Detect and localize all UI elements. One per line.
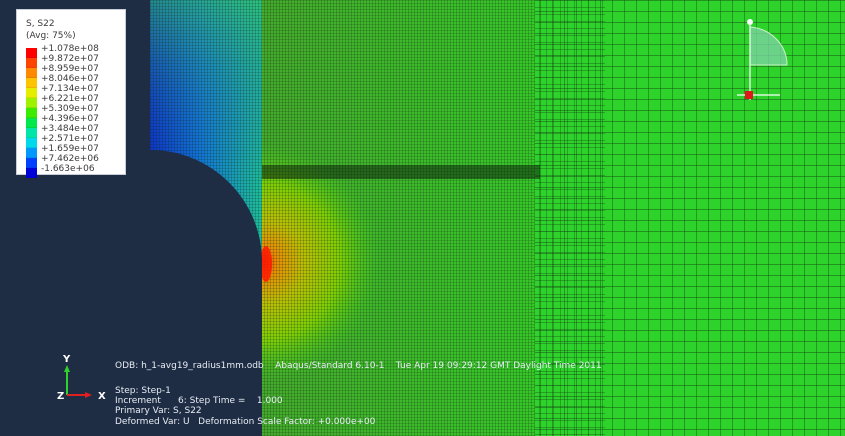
legend-swatch (26, 158, 37, 168)
legend-value-label: +2.571e+07 (41, 134, 99, 144)
view-top-knob-icon (747, 19, 753, 25)
legend-subtitle: (Avg: 75%) (26, 31, 76, 41)
increment-line: Increment 6: Step Time = 1.000 (115, 396, 283, 406)
quarter-sphere-icon (749, 26, 788, 66)
legend-swatch (26, 108, 37, 118)
z-axis-label: Z (57, 391, 64, 402)
legend-value-label: +8.959e+07 (41, 64, 99, 74)
y-arrow-icon (64, 365, 70, 372)
legend-value-label: -1.663e+06 (41, 164, 95, 174)
y-axis-label: Y (62, 354, 71, 365)
view-origin-marker (745, 91, 753, 99)
step-line: Step: Step-1 (115, 386, 171, 396)
legend-swatch (26, 128, 37, 138)
deformed-var-line: Deformed Var: U Deformation Scale Factor… (115, 417, 376, 427)
legend-value-label: +8.046e+07 (41, 74, 99, 84)
legend-value-label: +7.462e+06 (41, 154, 99, 164)
legend-value-label: +3.484e+07 (41, 124, 99, 134)
legend-value-label: +1.659e+07 (41, 144, 99, 154)
legend-value-label: +5.309e+07 (41, 104, 99, 114)
x-arrow-icon (85, 392, 92, 398)
legend-title: S, S22 (26, 19, 55, 29)
legend-swatch (26, 58, 37, 68)
legend-swatch (26, 118, 37, 128)
legend-swatch (26, 68, 37, 78)
legend-value-label: +1.078e+08 (41, 44, 99, 54)
legend-swatch (26, 168, 37, 178)
legend-value-label: +9.872e+07 (41, 54, 99, 64)
contour-legend[interactable]: S, S22 (Avg: 75%) +1.078e+08 +9.872e+07 +8… (16, 9, 126, 178)
legend-swatch (26, 48, 37, 58)
legend-swatch (26, 98, 37, 108)
legend-value-label: +6.221e+07 (41, 94, 99, 104)
x-axis-label: X (98, 391, 106, 402)
legend-swatch (26, 78, 37, 88)
legend-swatch (26, 148, 37, 158)
view-orientation-triad[interactable] (725, 15, 795, 105)
legend-value-label: +7.134e+07 (41, 84, 99, 94)
legend-swatch (26, 88, 37, 98)
legend-value-label: +4.396e+07 (41, 114, 99, 124)
axis-triad: Y X Z (57, 354, 106, 402)
odb-info-line: ODB: h_1-avg19_radius1mm.odb Abaqus/Stan… (115, 361, 602, 371)
primary-var-line: Primary Var: S, S22 (115, 406, 202, 416)
legend-color-bar (26, 48, 37, 178)
legend-swatch (26, 138, 37, 148)
